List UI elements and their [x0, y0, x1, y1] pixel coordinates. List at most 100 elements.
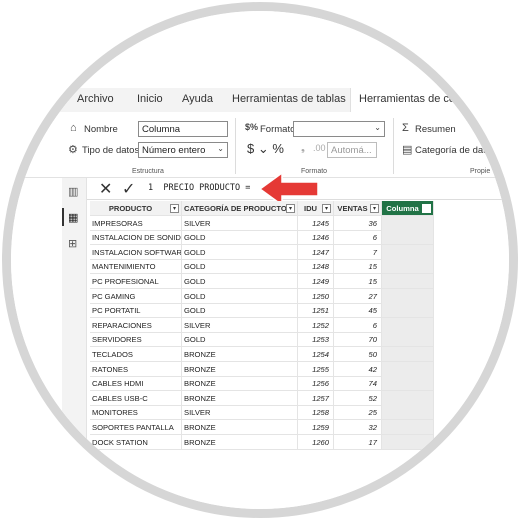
filter-dropdown-icon[interactable]: ▾ [286, 204, 295, 213]
table-cell[interactable]: CABLES HDMI [90, 376, 182, 392]
tab-ayuda[interactable]: Ayuda [182, 93, 213, 105]
table-cell[interactable]: 1256 [298, 376, 334, 392]
table-cell[interactable]: 36 [334, 215, 382, 231]
table-cell[interactable]: GOLD [182, 230, 298, 246]
table-cell[interactable]: INSTALACION SOFTWARE [90, 244, 182, 260]
table-cell[interactable] [382, 317, 434, 333]
table-cell[interactable]: BRONZE [182, 420, 298, 435]
table-view-icon[interactable]: ▦ [68, 211, 78, 224]
tipo-datos-select[interactable]: Número entero ⌄ [138, 142, 228, 158]
tab-herramientas-tablas[interactable]: Herramientas de tablas [232, 93, 346, 105]
table-cell[interactable]: SILVER [182, 215, 298, 231]
table-cell[interactable]: 32 [334, 420, 382, 435]
table-cell[interactable]: GOLD [182, 303, 298, 319]
table-cell[interactable]: BRONZE [182, 361, 298, 377]
table-cell[interactable]: BRONZE [182, 390, 298, 406]
column-header[interactable]: CATEGORÍA DE PRODUCTOS ▾ [182, 201, 298, 216]
formula-input[interactable]: 1 PRECIO PRODUCTO = [148, 183, 250, 193]
table-cell[interactable]: GOLD [182, 259, 298, 275]
table-cell[interactable] [382, 376, 434, 392]
table-cell[interactable] [382, 434, 434, 450]
table-cell[interactable]: 1249 [298, 274, 334, 289]
table-cell[interactable]: PC PORTATIL [90, 303, 182, 319]
table-cell[interactable]: CABLES USB-C [90, 390, 182, 406]
table-cell[interactable] [382, 259, 434, 275]
column-header[interactable]: VENTAS ▾ [334, 201, 382, 216]
table-cell[interactable]: REPARACIONES [90, 317, 182, 333]
nombre-input[interactable]: Columna [138, 121, 228, 137]
table-cell[interactable]: 70 [334, 332, 382, 348]
table-cell[interactable] [382, 303, 434, 319]
table-cell[interactable]: RATONES [90, 361, 182, 377]
table-cell[interactable] [382, 288, 434, 304]
formato-select[interactable]: ⌄ [293, 121, 385, 137]
table-cell[interactable]: INSTALACION DE SONIDO [90, 230, 182, 246]
table-cell[interactable]: GOLD [182, 274, 298, 289]
table-cell[interactable]: 15 [334, 259, 382, 275]
table-cell[interactable] [382, 332, 434, 348]
table-cell[interactable]: BRONZE [182, 376, 298, 392]
table-cell[interactable] [382, 405, 434, 421]
tab-archivo[interactable]: Archivo [77, 93, 114, 105]
tab-inicio[interactable]: Inicio [137, 93, 163, 105]
table-cell[interactable]: 1246 [298, 230, 334, 246]
table-cell[interactable]: 1253 [298, 332, 334, 348]
table-cell[interactable]: 1257 [298, 390, 334, 406]
table-cell[interactable]: TECLADOS [90, 347, 182, 362]
table-cell[interactable]: 74 [334, 376, 382, 392]
column-header[interactable]: IDU ▾ [298, 201, 334, 216]
model-view-icon[interactable]: ⊞ [68, 237, 77, 250]
table-cell[interactable]: MONITORES [90, 405, 182, 421]
table-cell[interactable]: 1258 [298, 405, 334, 421]
table-cell[interactable]: BRONZE [182, 347, 298, 362]
currency-percent-buttons[interactable]: $ ⌄ % [247, 141, 284, 157]
table-cell[interactable]: SILVER [182, 317, 298, 333]
filter-dropdown-icon[interactable]: ▾ [422, 204, 431, 213]
table-cell[interactable]: 17 [334, 434, 382, 450]
decimal-icon[interactable]: .00 [313, 143, 326, 153]
report-view-icon[interactable]: ▥ [68, 185, 78, 198]
commit-formula-button[interactable]: ✓ [122, 179, 135, 199]
comma-icon[interactable]: ❟ [301, 143, 305, 154]
table-cell[interactable] [382, 347, 434, 362]
table-cell[interactable]: SOPORTES PANTALLA [90, 420, 182, 435]
table-cell[interactable]: 15 [334, 274, 382, 289]
table-cell[interactable]: 1260 [298, 434, 334, 450]
filter-dropdown-icon[interactable]: ▾ [170, 204, 179, 213]
table-cell[interactable] [382, 244, 434, 260]
tab-herramientas-columnas[interactable]: Herramientas de colu [350, 88, 473, 113]
table-cell[interactable] [382, 390, 434, 406]
column-header[interactable]: Columna ▾ [382, 201, 434, 216]
table-cell[interactable]: GOLD [182, 332, 298, 348]
cancel-formula-button[interactable]: ✕ [99, 179, 112, 199]
table-cell[interactable] [382, 361, 434, 377]
table-cell[interactable]: 1251 [298, 303, 334, 319]
resumen-label[interactable]: Resumen [415, 124, 456, 135]
filter-dropdown-icon[interactable]: ▾ [370, 204, 379, 213]
table-cell[interactable]: 6 [334, 317, 382, 333]
table-cell[interactable]: 1245 [298, 215, 334, 231]
table-cell[interactable]: 1247 [298, 244, 334, 260]
table-cell[interactable]: DOCK STATION [90, 434, 182, 450]
categoria-label[interactable]: Categoría de datos [415, 145, 496, 156]
decimal-places-input[interactable]: Automá... [327, 142, 377, 158]
table-cell[interactable]: MANTENIMIENTO [90, 259, 182, 275]
table-cell[interactable]: 1255 [298, 361, 334, 377]
table-cell[interactable]: 7 [334, 244, 382, 260]
table-cell[interactable] [382, 215, 434, 231]
table-cell[interactable]: 50 [334, 347, 382, 362]
table-cell[interactable]: 1259 [298, 420, 334, 435]
table-cell[interactable]: IMPRESORAS [90, 215, 182, 231]
table-cell[interactable]: PC PROFESIONAL [90, 274, 182, 289]
table-cell[interactable]: 1248 [298, 259, 334, 275]
table-cell[interactable]: 1250 [298, 288, 334, 304]
table-cell[interactable]: 42 [334, 361, 382, 377]
table-cell[interactable]: BRONZE [182, 434, 298, 450]
table-cell[interactable]: 1252 [298, 317, 334, 333]
table-cell[interactable] [382, 274, 434, 289]
table-cell[interactable]: PC GAMING [90, 288, 182, 304]
table-cell[interactable]: 45 [334, 303, 382, 319]
table-cell[interactable]: SERVIDORES [90, 332, 182, 348]
table-cell[interactable]: SILVER [182, 405, 298, 421]
table-cell[interactable]: 52 [334, 390, 382, 406]
